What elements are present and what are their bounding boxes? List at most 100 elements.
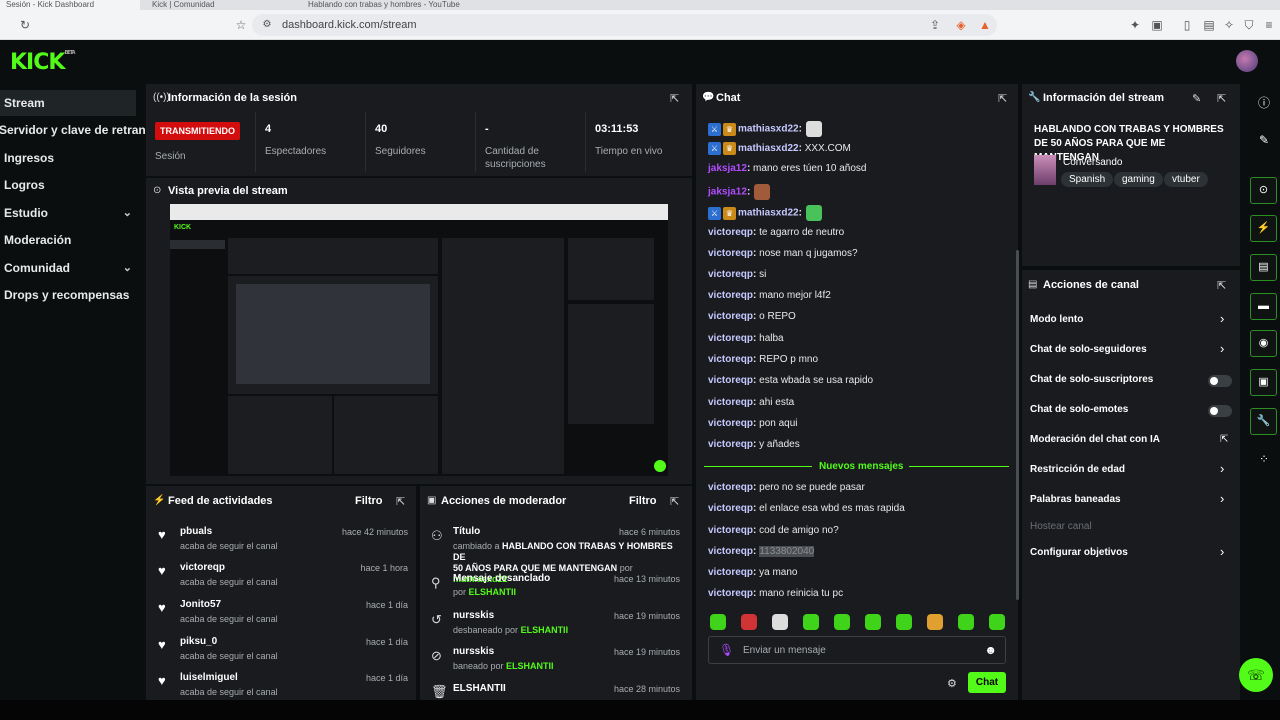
subscribers-only-toggle[interactable] bbox=[1208, 375, 1232, 387]
chat-username[interactable]: victoreqp bbox=[708, 397, 753, 408]
tag-spanish[interactable]: Spanish bbox=[1061, 172, 1114, 187]
action-banned-words[interactable]: Palabras baneadas bbox=[1030, 494, 1121, 505]
browser-tab[interactable]: Sesión - Kick Dashboard bbox=[0, 0, 140, 10]
emote-quick-pick[interactable] bbox=[741, 614, 757, 630]
feed-user[interactable]: luiselmiguel bbox=[180, 672, 238, 683]
chat-username[interactable]: mathiasxd22 bbox=[738, 208, 799, 219]
extensions-icon[interactable]: ✦ bbox=[1128, 18, 1142, 32]
chat-username[interactable]: jaksja12 bbox=[708, 187, 747, 198]
chevron-right-icon[interactable]: › bbox=[1220, 341, 1224, 356]
rewards-icon[interactable]: ▲ bbox=[978, 18, 992, 32]
chat-scrollbar[interactable] bbox=[1016, 250, 1019, 600]
emoji-icon[interactable]: ☻ bbox=[984, 643, 997, 657]
rail-preview-button[interactable]: ⊙ bbox=[1250, 177, 1277, 204]
chevron-right-icon[interactable]: › bbox=[1220, 544, 1224, 559]
feed-user[interactable]: pbuals bbox=[180, 526, 212, 537]
pencil-icon[interactable]: ✎ bbox=[1256, 133, 1272, 149]
popout-icon[interactable]: ⇱ bbox=[1217, 92, 1226, 105]
emotes-only-toggle[interactable] bbox=[1208, 405, 1232, 417]
emote-quick-pick[interactable] bbox=[710, 614, 726, 630]
vpn-icon[interactable]: ⛉ bbox=[1242, 18, 1256, 32]
emote-quick-pick[interactable] bbox=[927, 614, 943, 630]
mod-filter-button[interactable]: Filtro bbox=[629, 495, 657, 507]
sidebar-item-logros[interactable]: Logros bbox=[0, 172, 146, 198]
emote-quick-pick[interactable] bbox=[772, 614, 788, 630]
bookmark-icon[interactable]: ☆ bbox=[234, 18, 248, 32]
emote-quick-pick[interactable] bbox=[958, 614, 974, 630]
sidebar-toggle-icon[interactable]: ▯ bbox=[1180, 18, 1194, 32]
leo-icon[interactable]: ✧ bbox=[1222, 18, 1236, 32]
share-icon[interactable]: ⇪ bbox=[928, 18, 942, 32]
feed-filter-button[interactable]: Filtro bbox=[355, 495, 383, 507]
sidebar-item-estudio[interactable]: Estudio ⌄ bbox=[0, 200, 146, 226]
feed-user[interactable]: piksu_0 bbox=[180, 636, 217, 647]
sidebar-item-stream[interactable]: Stream bbox=[0, 90, 136, 116]
rail-actions-button[interactable]: ▤ bbox=[1250, 254, 1277, 281]
rail-session-button[interactable]: ◉ bbox=[1250, 330, 1277, 357]
feed-user[interactable]: victoreqp bbox=[180, 562, 225, 573]
mod-name[interactable]: ELSHANTII bbox=[469, 587, 517, 597]
action-emotes-only[interactable]: Chat de solo-emotes bbox=[1030, 404, 1128, 415]
address-bar[interactable]: ⚙ dashboard.kick.com/stream bbox=[252, 14, 997, 36]
external-link-icon[interactable]: ⇱ bbox=[1220, 434, 1228, 445]
emote-quick-pick[interactable] bbox=[803, 614, 819, 630]
chat-username[interactable]: victoreqp bbox=[708, 290, 753, 301]
chat-username[interactable]: jaksja12 bbox=[708, 163, 747, 174]
action-subscribers-only[interactable]: Chat de solo-suscriptores bbox=[1030, 374, 1153, 385]
menu-icon[interactable]: ≡ bbox=[1262, 18, 1276, 32]
edit-icon[interactable]: ✎ bbox=[1192, 92, 1201, 105]
chat-username[interactable]: victoreqp bbox=[708, 375, 753, 386]
action-age-restriction[interactable]: Restricción de edad bbox=[1030, 464, 1125, 475]
gear-icon[interactable]: ⚙ bbox=[947, 677, 957, 690]
chevron-right-icon[interactable]: › bbox=[1220, 311, 1224, 326]
emote-quick-pick[interactable] bbox=[989, 614, 1005, 630]
category-name[interactable]: Conversando bbox=[1063, 157, 1122, 168]
sidebar-item-comunidad[interactable]: Comunidad ⌄ bbox=[0, 255, 146, 281]
chat-username[interactable]: victoreqp bbox=[708, 311, 753, 322]
chat-username[interactable]: victoreqp bbox=[708, 269, 753, 280]
popout-icon[interactable]: ⇱ bbox=[1217, 279, 1226, 292]
action-ai-moderation[interactable]: Moderación del chat con IA bbox=[1030, 434, 1160, 445]
chat-emote[interactable] bbox=[805, 121, 822, 137]
sidebar-item-ingresos[interactable]: Ingresos bbox=[0, 145, 146, 171]
window-icon[interactable]: ▣ bbox=[1150, 18, 1164, 32]
chat-username[interactable]: victoreqp bbox=[708, 567, 753, 578]
chat-username[interactable]: victoreqp bbox=[708, 588, 753, 599]
chat-username[interactable]: victoreqp bbox=[708, 525, 753, 536]
browser-tab[interactable]: Hablando con trabas y hombres - YouTube bbox=[302, 0, 482, 10]
kick-logo[interactable]: KICKBETA bbox=[10, 50, 76, 75]
chat-emote[interactable] bbox=[805, 205, 822, 221]
chat-input[interactable]: 🎙 Enviar un mensaje ☻ bbox=[708, 636, 1006, 664]
chat-username[interactable]: victoreqp bbox=[708, 546, 753, 557]
reload-icon[interactable]: ↻ bbox=[18, 18, 32, 32]
rail-info-button[interactable]: 🔧 bbox=[1250, 408, 1277, 435]
chat-send-button[interactable]: Chat bbox=[968, 672, 1006, 693]
chat-username[interactable]: victoreqp bbox=[708, 418, 753, 429]
popout-icon[interactable]: ⇱ bbox=[396, 495, 405, 508]
apps-icon[interactable]: ⁘ bbox=[1256, 452, 1272, 468]
chat-emote[interactable] bbox=[754, 184, 771, 200]
chevron-right-icon[interactable]: › bbox=[1220, 461, 1224, 476]
popout-icon[interactable]: ⇱ bbox=[998, 92, 1007, 105]
rail-chat-button[interactable]: ▬ bbox=[1250, 293, 1277, 320]
action-followers-only[interactable]: Chat de solo-seguidores bbox=[1030, 344, 1147, 355]
sidebar-item-server-key[interactable]: Servidor y clave de retransmisión bbox=[0, 117, 146, 143]
chat-username[interactable]: victoreqp bbox=[708, 482, 753, 493]
emote-quick-pick[interactable] bbox=[865, 614, 881, 630]
rail-activity-button[interactable]: ⚡ bbox=[1250, 215, 1277, 242]
brave-shield-icon[interactable]: ◈ bbox=[954, 18, 968, 32]
emote-quick-pick[interactable] bbox=[896, 614, 912, 630]
popout-icon[interactable]: ⇱ bbox=[670, 92, 679, 105]
wallet-icon[interactable]: ▤ bbox=[1202, 18, 1216, 32]
chat-username[interactable]: victoreqp bbox=[708, 354, 753, 365]
mod-name[interactable]: ELSHANTII bbox=[521, 625, 569, 635]
user-avatar[interactable] bbox=[1236, 50, 1258, 72]
action-slow-mode[interactable]: Modo lento bbox=[1030, 314, 1083, 325]
chat-username[interactable]: victoreqp bbox=[708, 333, 753, 344]
chat-username[interactable]: mathiasxd22 bbox=[738, 124, 799, 135]
sidebar-item-drops[interactable]: Drops y recompensas bbox=[0, 282, 146, 308]
action-goals[interactable]: Configurar objetivos bbox=[1030, 547, 1128, 558]
tag-vtuber[interactable]: vtuber bbox=[1164, 172, 1208, 187]
chat-username[interactable]: victoreqp bbox=[708, 503, 753, 514]
emote-quick-pick[interactable] bbox=[834, 614, 850, 630]
